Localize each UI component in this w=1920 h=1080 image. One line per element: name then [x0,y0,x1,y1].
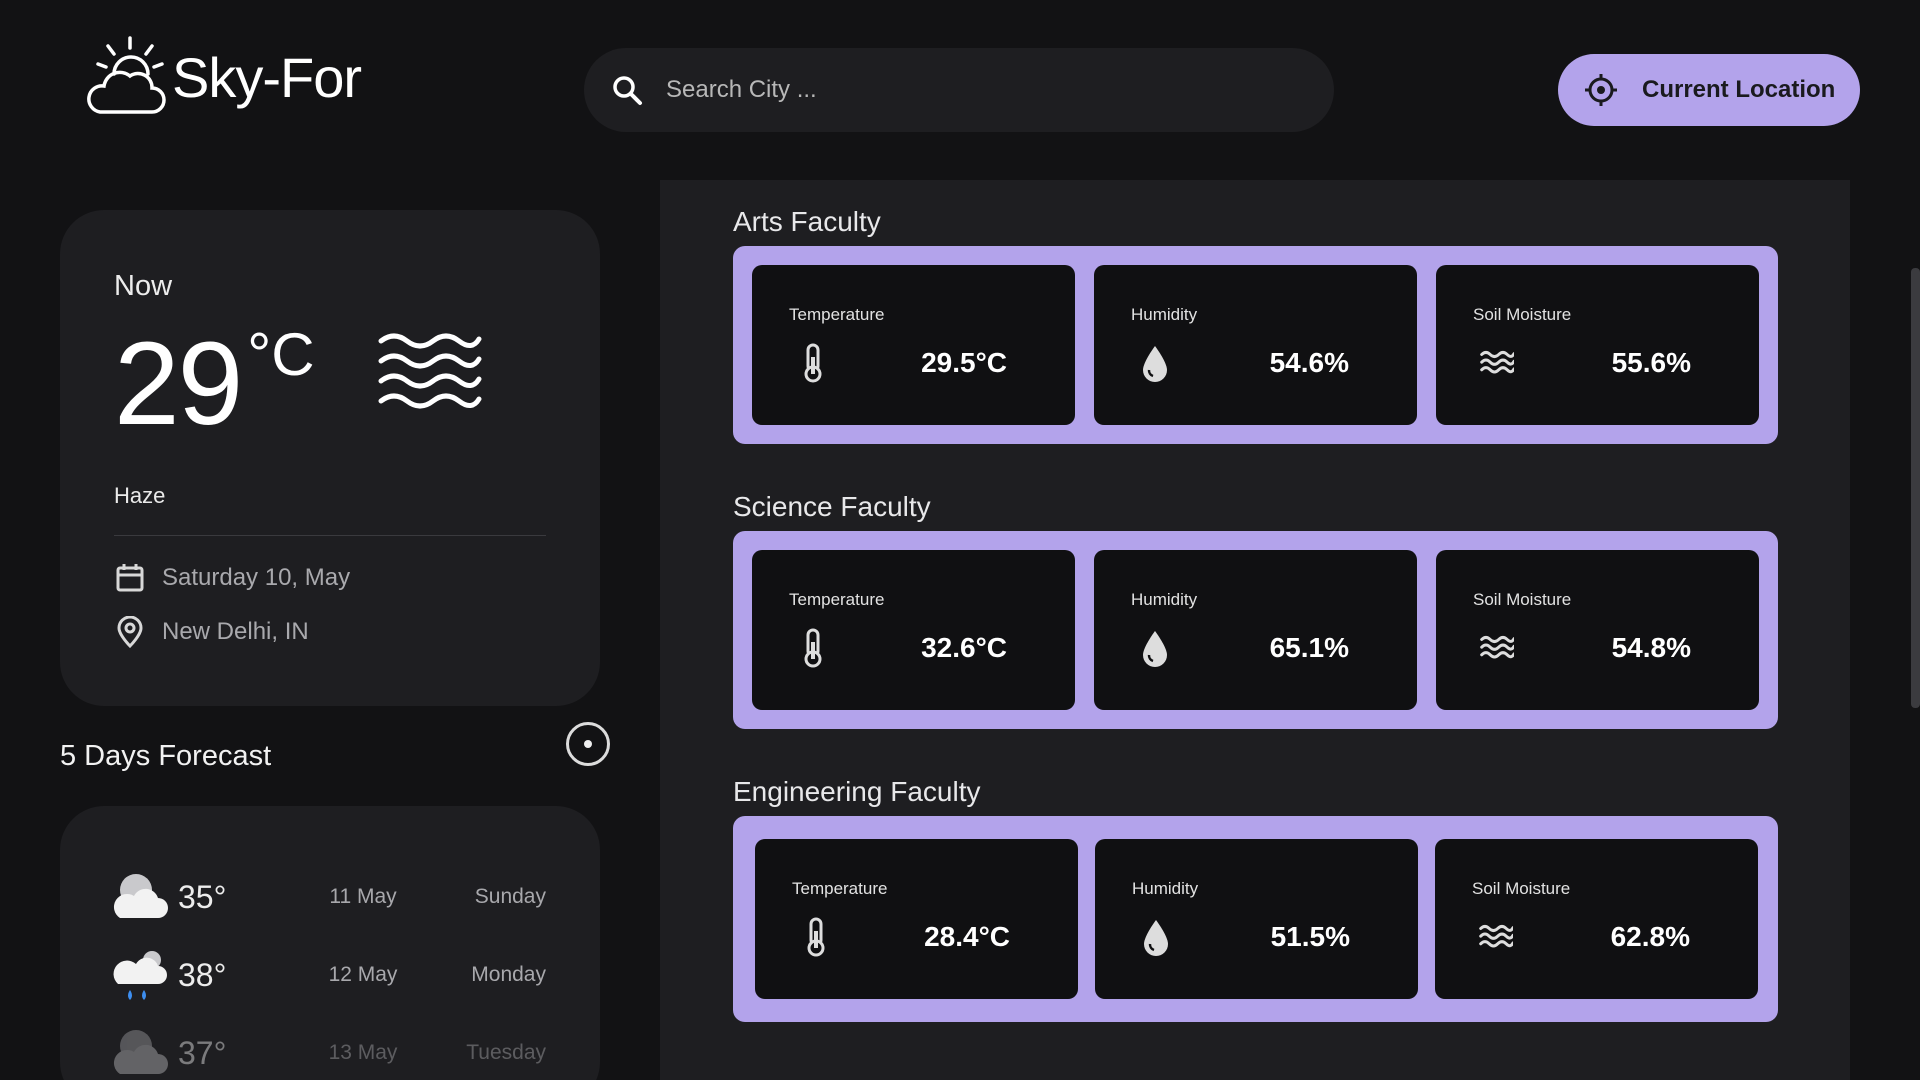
current-location-label: Current Location [1642,76,1836,103]
cloudy-icon [113,874,168,918]
humidity-card: Humidity 54.6% [1094,265,1417,425]
forecast-date: 11 May [329,885,397,908]
forecast-title: 5 Days Forecast [60,740,272,772]
app-name: Sky-For [172,45,362,109]
soil-moisture-card: Soil Moisture 54.8% [1436,550,1759,710]
current-location-button[interactable]: Current Location [1558,54,1860,126]
temperature-value: 32.6°C [921,632,1007,663]
humidity-value: 54.6% [1269,347,1349,378]
haze-icon [378,333,482,409]
date-row: Saturday 10, May [114,562,546,594]
metric-label: Temperature [789,305,885,324]
metric-label: Humidity [1132,879,1199,898]
forecast-day: Monday [471,963,546,986]
thermometer-icon [804,628,822,668]
forecast-day: Sunday [474,885,546,908]
forecast-temp: 35° [178,878,227,915]
weather-condition: Haze [114,483,166,508]
forecast-temp: 37° [178,1034,227,1071]
metric-label: Soil Moisture [1473,305,1572,324]
faculty-title: Engineering Faculty [733,776,981,807]
soil-moisture-value: 62.8% [1610,921,1690,952]
now-label: Now [114,270,173,302]
temperature-card: Temperature 32.6°C [752,550,1075,710]
temperature-unit: °C [247,321,315,388]
metric-label: Temperature [792,879,888,898]
forecast-date: 13 May [328,1041,398,1064]
metric-label: Soil Moisture [1473,590,1572,609]
metric-label: Humidity [1131,590,1198,609]
humidity-value: 65.1% [1269,632,1349,663]
faculty-title: Arts Faculty [733,206,881,237]
current-date: Saturday 10, May [162,564,351,591]
location-pin-icon [117,616,143,648]
droplet-icon [1144,920,1168,956]
waves-icon [1480,635,1514,659]
forecast-temp: 38° [178,956,227,993]
faculty-card: Temperature 29.5°C Humidity 54.6% Soil M… [733,246,1778,444]
soil-moisture-value: 55.6% [1611,347,1691,378]
calendar-icon [116,564,144,592]
thermometer-icon [804,343,822,383]
toggle-button[interactable] [566,722,610,766]
forecast-row: 35° 11 May Sunday [112,858,546,936]
rain-cloud-icon [113,951,167,1000]
waves-icon [1479,924,1513,948]
thermometer-icon [807,917,825,957]
faculty-card: Temperature 32.6°C Humidity 65.1% Soil M… [733,531,1778,729]
app-logo[interactable]: Sky-For [86,34,362,120]
forecast-card: 35° 11 May Sunday 38° 12 May Monday 37° … [60,806,600,1080]
scrollbar-thumb[interactable] [1911,268,1920,708]
current-location: New Delhi, IN [162,618,309,645]
faculty-title: Science Faculty [733,491,931,522]
sun-cloud-icon [87,36,166,114]
metric-label: Temperature [789,590,885,609]
temperature-value: 29.5°C [921,347,1007,378]
humidity-card: Humidity 65.1% [1094,550,1417,710]
droplet-icon [1143,346,1167,382]
divider [114,535,546,536]
temperature-card: Temperature 29.5°C [752,265,1075,425]
faculty-card: Temperature 28.4°C Humidity 51.5% Soil M… [733,816,1778,1022]
soil-moisture-value: 54.8% [1611,632,1691,663]
forecast-date: 12 May [328,963,398,986]
forecast-row: 37° 13 May Tuesday [112,1014,546,1080]
forecast-row: 38° 12 May Monday [112,936,546,1014]
temperature-value: 28.4°C [924,921,1010,952]
droplet-icon [1143,631,1167,667]
crosshair-icon [1585,74,1617,106]
dot-icon [584,740,592,748]
humidity-card: Humidity 51.5% [1095,839,1418,999]
metric-label: Humidity [1131,305,1198,324]
current-weather-card: Now 29 °C Haze Saturday 10, May New Delh… [60,210,600,706]
soil-moisture-card: Soil Moisture 55.6% [1436,265,1759,425]
search-icon [613,76,642,105]
cloudy-icon [113,1030,168,1074]
waves-icon [1480,350,1514,374]
temperature-card: Temperature 28.4°C [755,839,1078,999]
forecast-day: Tuesday [466,1041,546,1064]
soil-moisture-card: Soil Moisture 62.8% [1435,839,1758,999]
current-temperature-row: 29 °C [114,325,546,445]
current-temperature: 29 [114,318,243,450]
location-row: New Delhi, IN [114,616,546,648]
metric-label: Soil Moisture [1472,879,1571,898]
humidity-value: 51.5% [1270,921,1350,952]
search-bar[interactable] [584,48,1334,132]
search-input[interactable] [666,76,1286,104]
